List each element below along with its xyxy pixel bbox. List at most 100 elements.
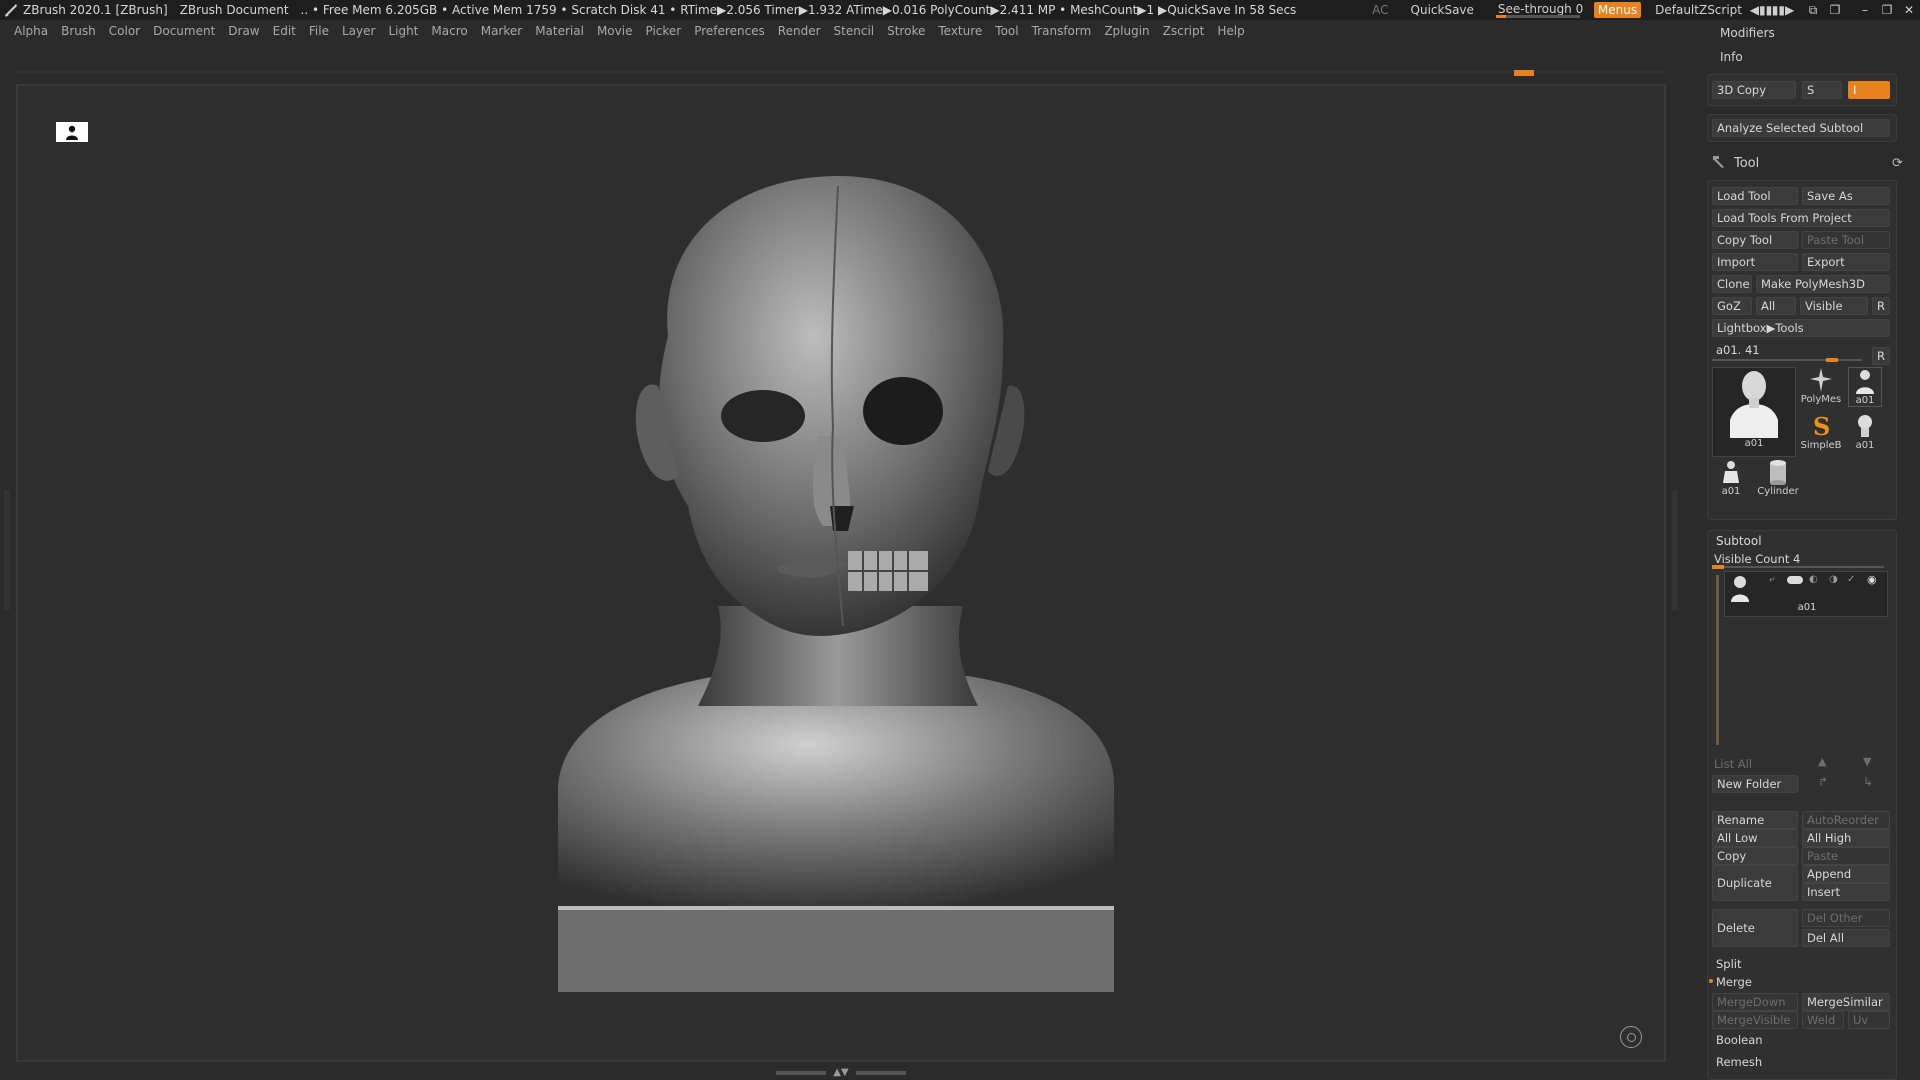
menus-toggle-button[interactable]: Menus: [1593, 2, 1642, 18]
tool-thumb-a01-c[interactable]: a01: [1848, 413, 1882, 453]
restore-icon[interactable]: ❐: [1876, 0, 1898, 20]
3d-copy-button[interactable]: 3D Copy: [1712, 81, 1796, 99]
analyze-selected-subtool-button[interactable]: Analyze Selected Subtool: [1712, 119, 1890, 137]
menu-edit[interactable]: Edit: [273, 24, 296, 38]
append-button[interactable]: Append: [1802, 865, 1890, 883]
move-folder-out-icon[interactable]: ↳: [1863, 775, 1873, 789]
subtool-polypaint-icon[interactable]: ◐: [1809, 574, 1818, 585]
menu-zscript[interactable]: Zscript: [1163, 24, 1205, 38]
menu-picker[interactable]: Picker: [645, 24, 681, 38]
paste-tool-button[interactable]: Paste Tool: [1802, 231, 1890, 249]
menu-alpha[interactable]: Alpha: [14, 24, 48, 38]
autoreorder-button[interactable]: AutoReorder: [1802, 811, 1890, 829]
boolean-section[interactable]: Boolean: [1716, 1033, 1763, 1047]
save-as-button[interactable]: Save As: [1802, 187, 1890, 205]
menu-movie[interactable]: Movie: [597, 24, 633, 38]
subtool-item-a01[interactable]: ⤶ ◐ ◑ ✓ ◉ a01: [1724, 571, 1888, 617]
menu-render[interactable]: Render: [778, 24, 821, 38]
clone-button[interactable]: Clone: [1712, 275, 1752, 293]
info-label[interactable]: Info: [1720, 50, 1743, 64]
lightbox-tools-button[interactable]: Lightbox▶Tools: [1712, 319, 1890, 337]
goz-visible-button[interactable]: Visible: [1800, 297, 1868, 315]
menu-tool[interactable]: Tool: [995, 24, 1018, 38]
see-through-slider[interactable]: See-through 0: [1494, 1, 1583, 19]
panels-icon[interactable]: ❐: [1824, 0, 1846, 20]
visible-count-knob[interactable]: [1712, 565, 1724, 569]
tool-thumb-cylinder[interactable]: Cylinder: [1756, 459, 1800, 499]
split-section[interactable]: Split: [1716, 957, 1742, 971]
3d-copy-i-field[interactable]: I: [1848, 81, 1890, 99]
menu-marker[interactable]: Marker: [481, 24, 522, 38]
merge-section[interactable]: Merge: [1716, 975, 1752, 989]
menu-texture[interactable]: Texture: [938, 24, 982, 38]
bottom-tray-handle[interactable]: ▲▼: [776, 1068, 906, 1078]
menu-material[interactable]: Material: [535, 24, 584, 38]
subtool-scrollbar[interactable]: [1716, 575, 1719, 745]
subtool-folder-icon[interactable]: ⤶: [1769, 574, 1775, 585]
left-tray-handle[interactable]: [4, 490, 10, 610]
menu-stencil[interactable]: Stencil: [834, 24, 875, 38]
merge-similar-button[interactable]: MergeSimilar: [1802, 993, 1890, 1011]
load-tools-from-project-button[interactable]: Load Tools From Project: [1712, 209, 1890, 227]
subtool-mask-icon[interactable]: ◑: [1829, 574, 1838, 585]
menu-light[interactable]: Light: [388, 24, 418, 38]
sculpt-bust-model[interactable]: [18, 86, 1664, 1060]
list-all-button[interactable]: List All: [1714, 757, 1752, 771]
menu-zplugin[interactable]: Zplugin: [1104, 24, 1149, 38]
menu-brush[interactable]: Brush: [61, 24, 96, 38]
tool-thumb-a01-b[interactable]: a01: [1848, 367, 1882, 407]
del-other-button[interactable]: Del Other: [1802, 909, 1890, 927]
make-polymesh3d-button[interactable]: Make PolyMesh3D: [1756, 275, 1890, 293]
menu-layer[interactable]: Layer: [342, 24, 375, 38]
all-low-button[interactable]: All Low: [1712, 829, 1798, 847]
menu-document[interactable]: Document: [153, 24, 215, 38]
minimize-icon[interactable]: –: [1854, 0, 1876, 20]
tool-thumb-a01-d[interactable]: a01: [1714, 459, 1748, 499]
all-high-button[interactable]: All High: [1802, 829, 1890, 847]
copy-button[interactable]: Copy: [1712, 847, 1798, 865]
tool-r-button[interactable]: R: [1872, 347, 1890, 365]
layout-left-icon[interactable]: ◀▮▮: [1750, 0, 1772, 20]
goz-all-button[interactable]: All: [1756, 297, 1796, 315]
export-button[interactable]: Export: [1802, 253, 1890, 271]
undock-icon[interactable]: ⧉: [1802, 0, 1824, 20]
goz-button[interactable]: GoZ: [1712, 297, 1752, 315]
rename-button[interactable]: Rename: [1712, 811, 1798, 829]
arrow-up-icon[interactable]: ▲: [1818, 755, 1826, 768]
remesh-section[interactable]: Remesh: [1716, 1055, 1762, 1069]
3d-copy-s-field[interactable]: S: [1802, 81, 1842, 99]
gizmo-icon[interactable]: [1620, 1026, 1642, 1048]
tool-slider-knob[interactable]: [1826, 358, 1838, 362]
menu-draw[interactable]: Draw: [228, 24, 259, 38]
goz-r-button[interactable]: R: [1872, 297, 1890, 315]
menu-help[interactable]: Help: [1217, 24, 1244, 38]
tool-slider-track[interactable]: [1712, 358, 1862, 362]
quicksave-button[interactable]: QuickSave: [1403, 3, 1482, 17]
menu-file[interactable]: File: [309, 24, 329, 38]
eye-icon[interactable]: ◉: [1867, 573, 1877, 586]
subtool-brush-icon[interactable]: ✓: [1847, 574, 1855, 585]
visible-count-slider[interactable]: [1712, 565, 1884, 569]
canvas-viewport[interactable]: [16, 84, 1666, 1062]
merge-visible-button[interactable]: MergeVisible: [1712, 1011, 1798, 1029]
layout-right-icon[interactable]: ▮▮▶: [1772, 0, 1794, 20]
del-all-button[interactable]: Del All: [1802, 929, 1890, 947]
new-folder-button[interactable]: New Folder: [1712, 775, 1798, 793]
paste-button[interactable]: Paste: [1802, 847, 1890, 865]
tool-thumb-polymesh[interactable]: PolyMes: [1801, 367, 1841, 407]
subtool-header[interactable]: Subtool: [1716, 534, 1762, 548]
weld-button[interactable]: Weld: [1802, 1011, 1844, 1029]
default-zscript-button[interactable]: DefaultZScript: [1647, 3, 1750, 17]
uv-button[interactable]: Uv: [1848, 1011, 1890, 1029]
refresh-icon[interactable]: ⟳: [1892, 156, 1903, 171]
duplicate-button[interactable]: Duplicate: [1712, 865, 1798, 901]
right-tray-handle[interactable]: [1672, 490, 1678, 610]
menu-color[interactable]: Color: [109, 24, 140, 38]
tool-header[interactable]: Tool: [1734, 156, 1759, 171]
shelf-marker[interactable]: [1514, 70, 1534, 76]
menu-preferences[interactable]: Preferences: [694, 24, 765, 38]
insert-button[interactable]: Insert: [1802, 883, 1890, 901]
menu-stroke[interactable]: Stroke: [887, 24, 925, 38]
tool-thumb-simpleb[interactable]: S SimpleB: [1801, 412, 1842, 453]
load-tool-button[interactable]: Load Tool: [1712, 187, 1798, 205]
